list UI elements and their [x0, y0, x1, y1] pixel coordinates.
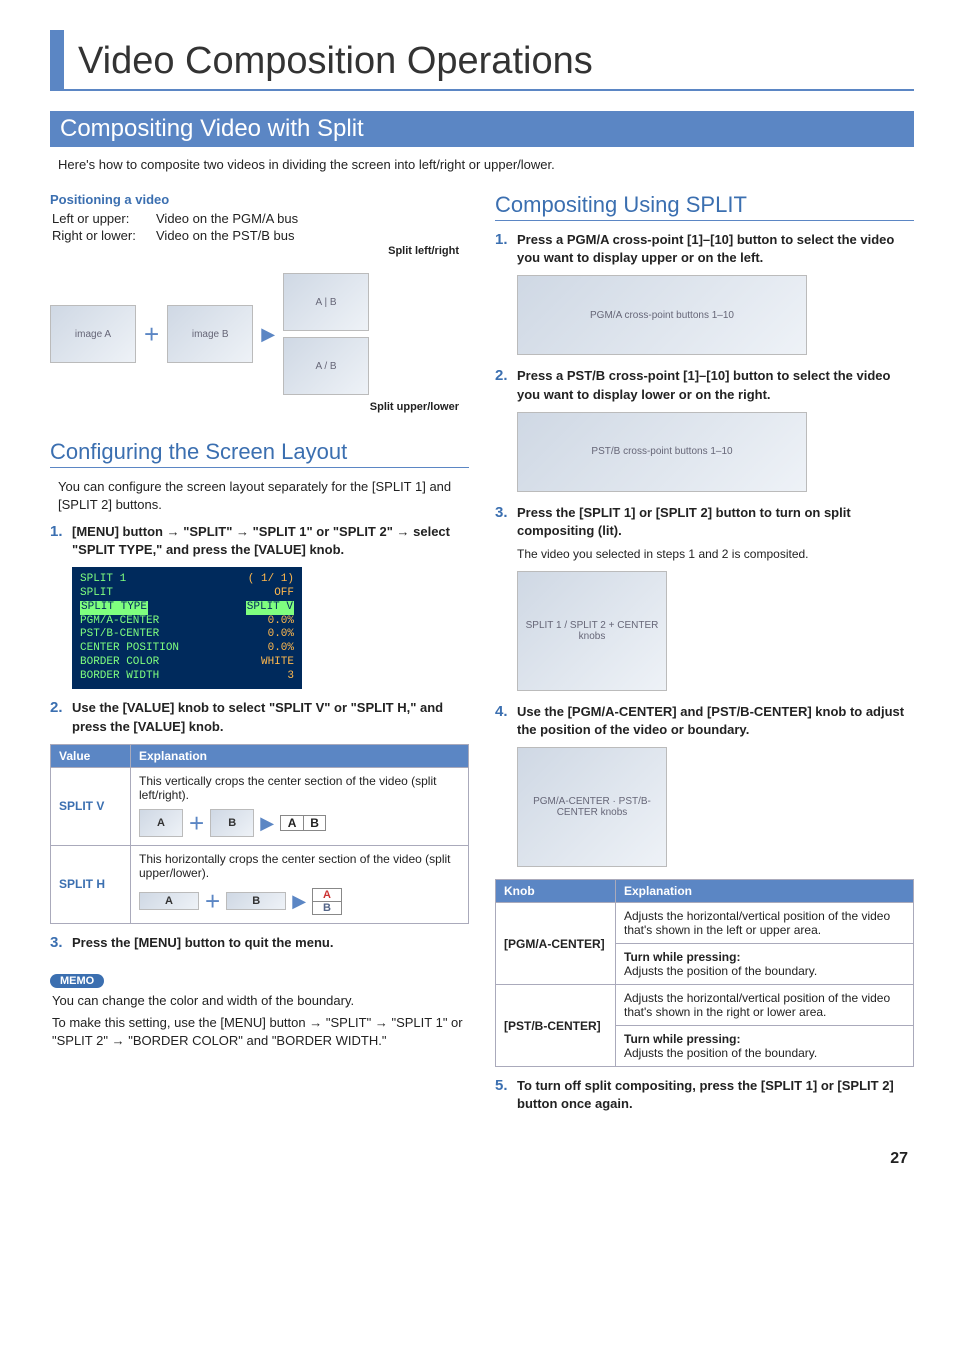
compositing-heading: Compositing Using SPLIT — [495, 192, 914, 221]
positioning-key: Left or upper: — [52, 211, 156, 226]
knob-pressing: Turn while pressing:Adjusts the position… — [616, 944, 914, 985]
panel-illus-pgma: PGM/A cross-point buttons 1–10 — [517, 275, 914, 355]
arrow-right-icon: ▶ — [261, 324, 275, 345]
step-number: 1. — [495, 231, 517, 267]
table-header-value: Value — [51, 744, 131, 767]
split-lr-caption: Split left/right — [50, 245, 459, 257]
chapter-heading: Video Composition Operations — [50, 30, 914, 91]
table-header-explanation: Explanation — [131, 744, 469, 767]
step-text: Use the [VALUE] knob to select "SPLIT V"… — [72, 699, 469, 735]
step-number: 3. — [50, 934, 72, 952]
table-value: SPLIT H — [51, 845, 131, 923]
panel-illus-pstb: PST/B cross-point buttons 1–10 — [517, 412, 914, 492]
step-number: 1. — [50, 523, 72, 559]
step-number: 2. — [50, 699, 72, 735]
knob-pressing: Turn while pressing:Adjusts the position… — [616, 1026, 914, 1067]
step-text: To turn off split compositing, press the… — [517, 1077, 914, 1113]
step-number: 3. — [495, 504, 517, 540]
step-number: 5. — [495, 1077, 517, 1113]
memo-text: To make this setting, use the [MENU] but… — [52, 1014, 469, 1050]
positioning-row: Right or lower: Video on the PST/B bus — [52, 228, 469, 243]
table-row: [PGM/A-CENTER] Adjusts the horizontal/ve… — [496, 903, 914, 944]
step-number: 4. — [495, 703, 517, 739]
plus-icon: + — [189, 808, 204, 839]
arrow-right-icon: ▶ — [292, 891, 306, 912]
illus-split-lr: A | B — [283, 273, 369, 331]
use-step-2: 2. Press a PST/B cross-point [1]–[10] bu… — [495, 367, 914, 403]
split-illustration: Split left/right image A + image B ▶ A |… — [50, 245, 469, 413]
memo-badge: MEMO — [50, 974, 104, 988]
use-step-3: 3. Press the [SPLIT 1] or [SPLIT 2] butt… — [495, 504, 914, 540]
table-row: SPLIT H This horizontally crops the cent… — [51, 845, 469, 923]
section-intro: Here's how to composite two videos in di… — [58, 157, 914, 172]
illus-split-ul: A / B — [283, 337, 369, 395]
knob-name: [PST/B-CENTER] — [496, 985, 616, 1067]
left-column: Positioning a video Left or upper: Video… — [50, 192, 469, 1120]
config-step-1: 1. [MENU] button → "SPLIT" → "SPLIT 1" o… — [50, 523, 469, 559]
use-step-1: 1. Press a PGM/A cross-point [1]–[10] bu… — [495, 231, 914, 267]
section-title: Compositing Video with Split — [50, 111, 914, 147]
step-number: 2. — [495, 367, 517, 403]
configuring-heading: Configuring the Screen Layout — [50, 439, 469, 468]
table-explanation: This vertically crops the center section… — [131, 767, 469, 845]
chapter-accent-bar — [50, 30, 64, 89]
config-step-3: 3. Press the [MENU] button to quit the m… — [50, 934, 469, 952]
step-text: Press the [SPLIT 1] or [SPLIT 2] button … — [517, 504, 914, 540]
step-text: Press a PST/B cross-point [1]–[10] butto… — [517, 367, 914, 403]
knob-name: [PGM/A-CENTER] — [496, 903, 616, 985]
positioning-heading: Positioning a video — [50, 192, 469, 207]
illus-a-v: A — [139, 809, 183, 837]
table-row: SPLIT V This vertically crops the center… — [51, 767, 469, 845]
knob-explanation: Adjusts the horizontal/vertical position… — [616, 903, 914, 944]
illus-image-b: image B — [167, 305, 253, 363]
positioning-row: Left or upper: Video on the PGM/A bus — [52, 211, 469, 226]
step-text: Press the [MENU] button to quit the menu… — [72, 934, 333, 952]
table-header-knob: Knob — [496, 880, 616, 903]
use-step-4: 4. Use the [PGM/A-CENTER] and [PST/B-CEN… — [495, 703, 914, 739]
page-number: 27 — [50, 1150, 914, 1168]
positioning-key: Right or lower: — [52, 228, 156, 243]
chapter-title: Video Composition Operations — [78, 30, 593, 89]
illus-a-h: A — [139, 892, 199, 910]
positioning-val: Video on the PGM/A bus — [156, 211, 298, 226]
illus-ab-v: AB — [280, 815, 326, 831]
table-row: [PST/B-CENTER] Adjusts the horizontal/ve… — [496, 985, 914, 1026]
illus-b-h: B — [226, 892, 286, 910]
split-type-table: Value Explanation SPLIT V This verticall… — [50, 744, 469, 924]
config-step-2: 2. Use the [VALUE] knob to select "SPLIT… — [50, 699, 469, 735]
split-ul-caption: Split upper/lower — [50, 401, 459, 413]
positioning-val: Video on the PST/B bus — [156, 228, 295, 243]
panel-illus-center-knobs: PGM/A-CENTER · PST/B-CENTER knobs — [517, 747, 914, 867]
use-step-5: 5. To turn off split compositing, press … — [495, 1077, 914, 1113]
table-explanation: This horizontally crops the center secti… — [131, 845, 469, 923]
step-text: [MENU] button → "SPLIT" → "SPLIT 1" or "… — [72, 523, 469, 559]
arrow-right-icon: ▶ — [260, 813, 274, 834]
lcd-screenshot: SPLIT 1( 1/ 1) SPLITOFF SPLIT TYPESPLIT … — [72, 567, 302, 689]
knob-table: Knob Explanation [PGM/A-CENTER] Adjusts … — [495, 879, 914, 1067]
plus-icon: + — [205, 886, 220, 917]
step-text: Press a PGM/A cross-point [1]–[10] butto… — [517, 231, 914, 267]
step3-subnote: The video you selected in steps 1 and 2 … — [517, 546, 914, 563]
step-text: Use the [PGM/A-CENTER] and [PST/B-CENTER… — [517, 703, 914, 739]
table-value: SPLIT V — [51, 767, 131, 845]
knob-explanation: Adjusts the horizontal/vertical position… — [616, 985, 914, 1026]
panel-illus-split-buttons: SPLIT 1 / SPLIT 2 + CENTER knobs — [517, 571, 914, 691]
plus-icon: + — [144, 319, 159, 350]
memo-text: You can change the color and width of th… — [52, 992, 469, 1010]
illus-b-v: B — [210, 809, 254, 837]
right-column: Compositing Using SPLIT 1. Press a PGM/A… — [495, 192, 914, 1120]
illus-ab-h: AB — [312, 888, 342, 915]
configuring-intro: You can configure the screen layout sepa… — [58, 478, 469, 513]
table-header-explanation: Explanation — [616, 880, 914, 903]
illus-image-a: image A — [50, 305, 136, 363]
